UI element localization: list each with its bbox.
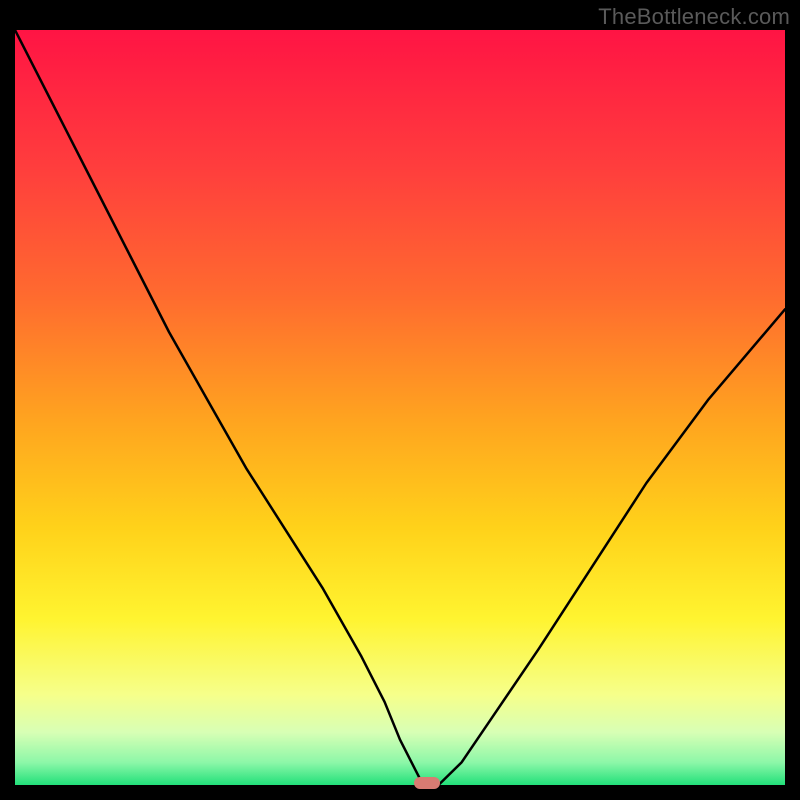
optimal-point-marker [414,777,440,789]
gradient-background [15,30,785,785]
plot-area [15,30,785,785]
plot-svg [15,30,785,785]
chart-frame: TheBottleneck.com [0,0,800,800]
watermark-text: TheBottleneck.com [598,4,790,30]
